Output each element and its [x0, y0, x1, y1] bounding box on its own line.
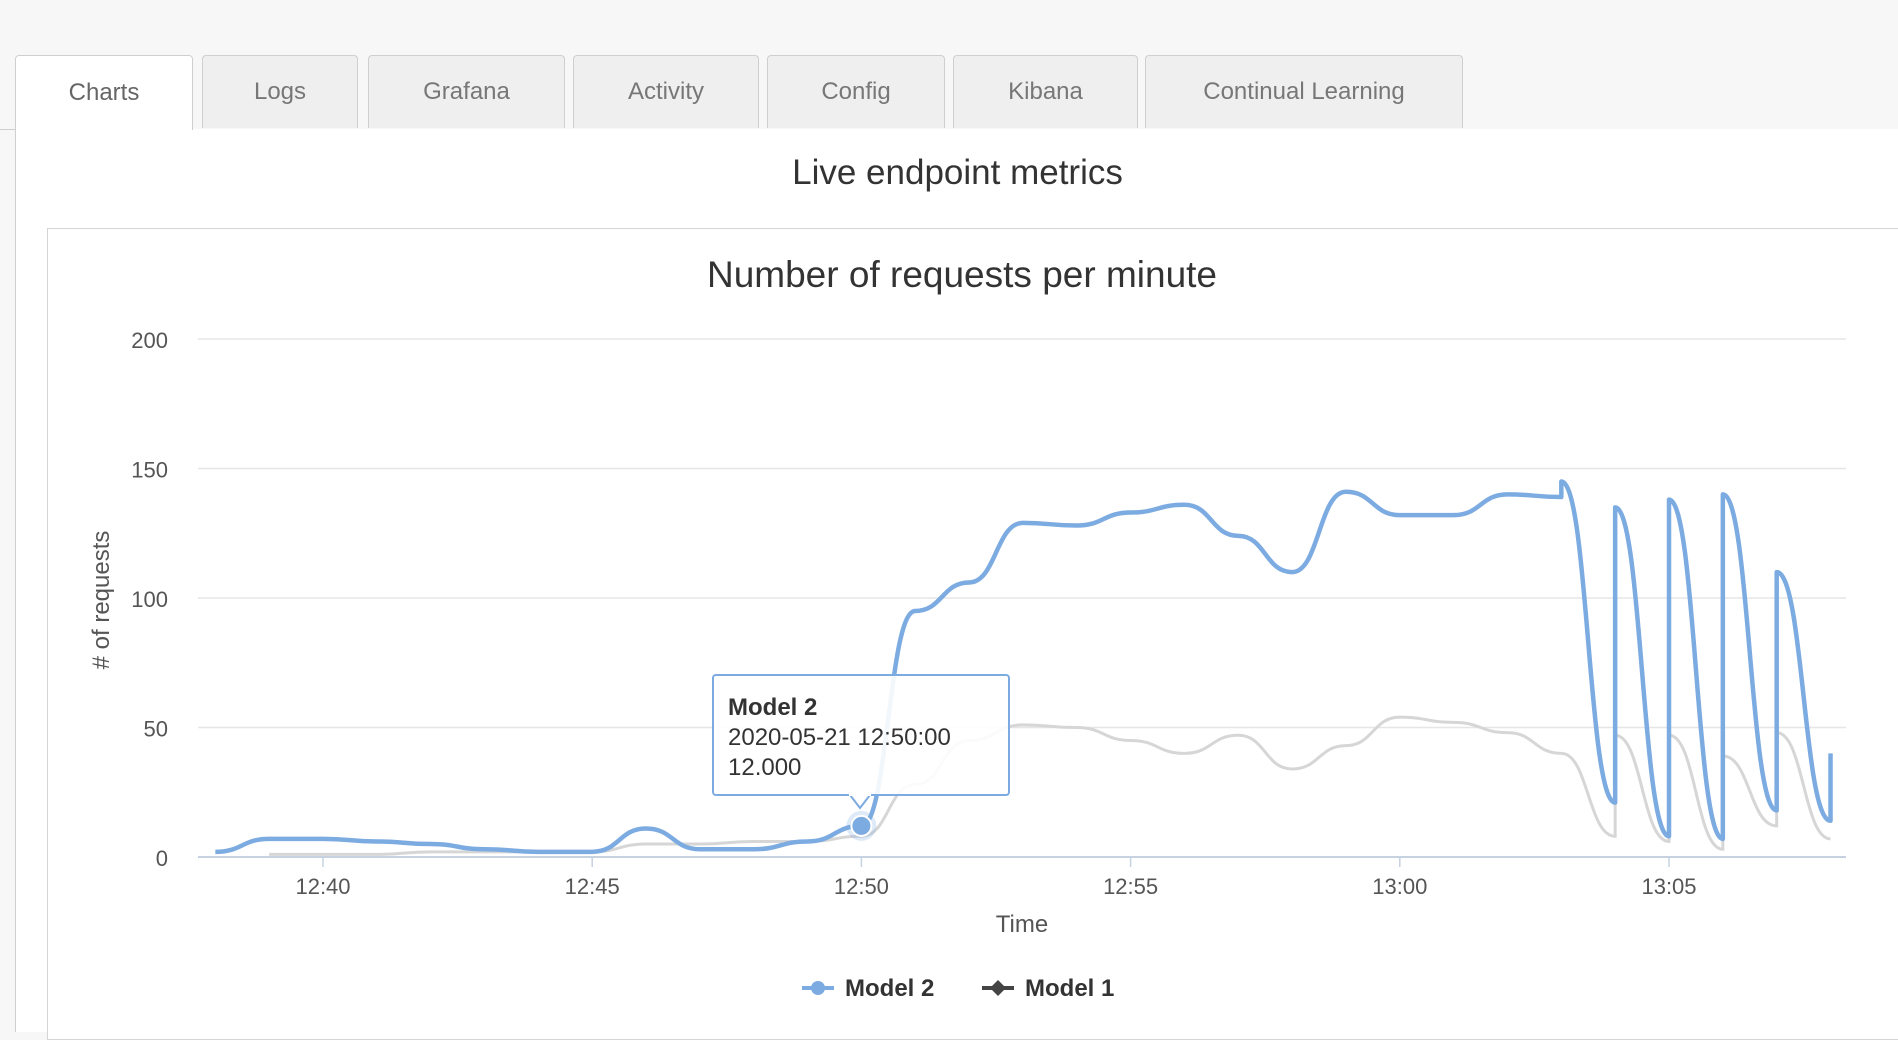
- legend-label-model-1: Model 1: [1025, 975, 1114, 1002]
- y-axis-label: # of requests: [88, 531, 115, 670]
- legend-label-model-2: Model 2: [845, 975, 934, 1002]
- tab-charts-label: Charts: [68, 79, 140, 106]
- tooltip-timestamp: 2020-05-21 12:50:00: [728, 724, 951, 751]
- x-tick-label: 12:55: [1103, 874, 1158, 899]
- legend-diamond-icon: [990, 980, 1006, 996]
- y-tick-label: 200: [131, 328, 168, 353]
- x-axis-label: Time: [996, 911, 1048, 938]
- y-tick-label: 0: [156, 846, 168, 871]
- tab-charts[interactable]: Charts: [15, 55, 193, 130]
- data-tooltip: Model 2 2020-05-21 12:50:00 12.000: [712, 674, 1010, 810]
- y-tick-label: 100: [131, 587, 168, 612]
- tooltip-value: 12.000: [728, 754, 801, 781]
- legend-circle-icon: [811, 981, 825, 995]
- y-tick-label: 50: [144, 717, 168, 742]
- x-tick-label: 13:00: [1372, 874, 1427, 899]
- x-tick-label: 13:05: [1641, 874, 1696, 899]
- x-tick-label: 12:40: [295, 874, 350, 899]
- hover-point[interactable]: [850, 814, 873, 837]
- x-tick-label: 12:50: [834, 874, 889, 899]
- requests-chart: Number of requests per minute 0 50 100 150 2…: [88, 254, 1846, 1002]
- legend-item-model-1[interactable]: Model 1: [982, 975, 1114, 1002]
- y-tick-label: 150: [131, 458, 168, 483]
- chart-title: Number of requests per minute: [707, 254, 1217, 295]
- legend-item-model-2[interactable]: Model 2: [802, 975, 934, 1002]
- chart-legend: Model 2 Model 1: [802, 975, 1114, 1002]
- tooltip-series: Model 2: [728, 694, 817, 721]
- x-tick-label: 12:45: [565, 874, 620, 899]
